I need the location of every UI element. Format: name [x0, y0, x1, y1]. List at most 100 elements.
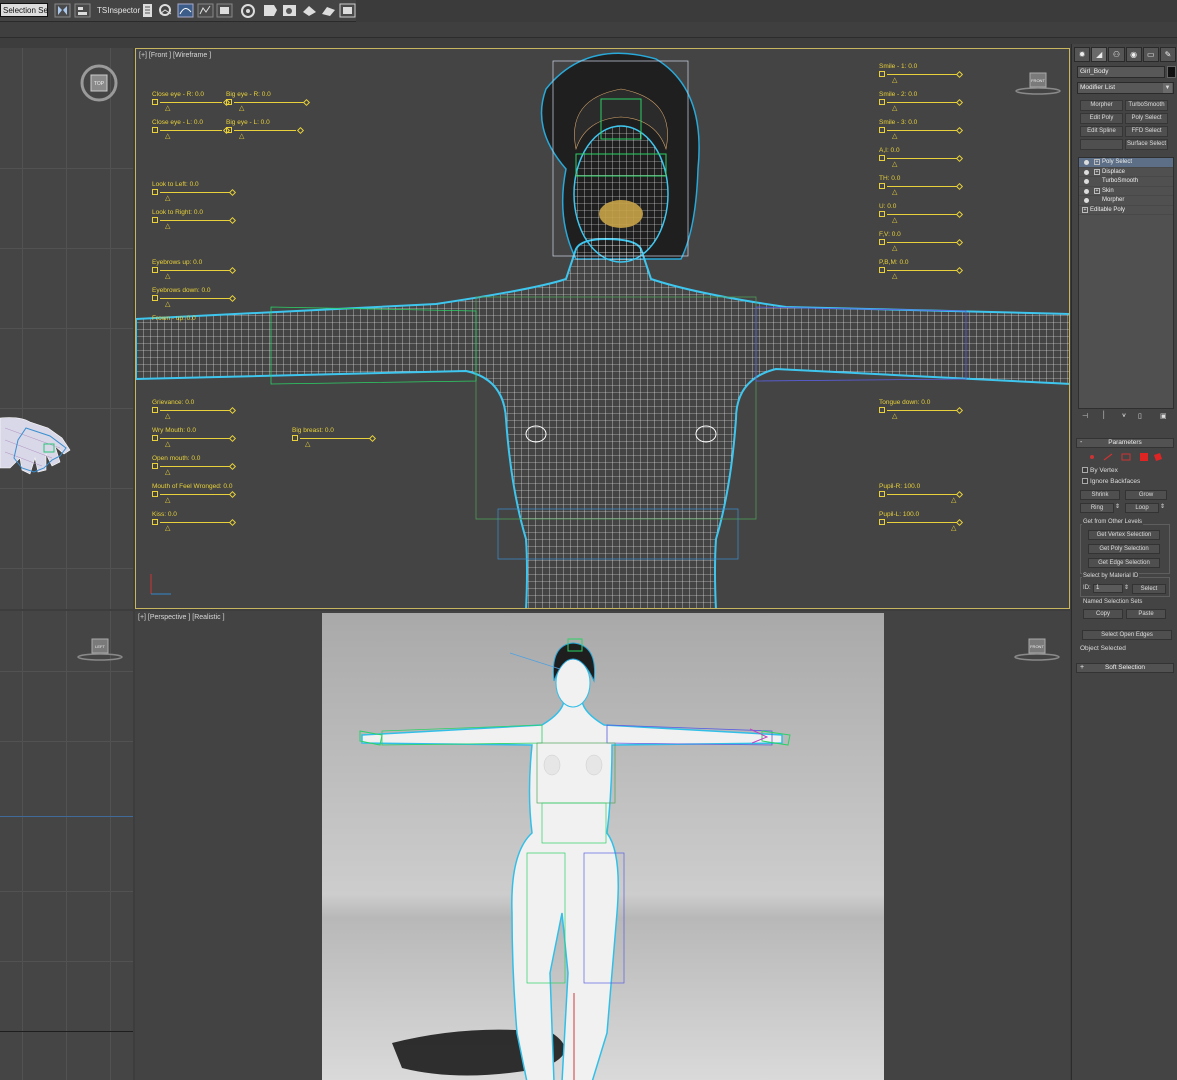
- slider-track[interactable]: [234, 130, 296, 131]
- slider-track[interactable]: [160, 192, 230, 193]
- ring-spinner-icon[interactable]: ⇕: [1115, 503, 1120, 510]
- morph-handle[interactable]: [879, 183, 885, 189]
- slider-track[interactable]: [887, 242, 957, 243]
- morph-handle[interactable]: [879, 267, 885, 273]
- morph-handle[interactable]: [152, 519, 158, 525]
- morph-look-left[interactable]: Look to Left: 0.0 △: [152, 181, 237, 205]
- morph-handle[interactable]: [152, 463, 158, 469]
- morph-open-mouth[interactable]: Open mouth: 0.0 △: [152, 455, 237, 479]
- copy-button[interactable]: Copy: [1083, 609, 1123, 619]
- parameters-rollout-header[interactable]: - Parameters: [1076, 438, 1174, 448]
- viewport-perspective-label[interactable]: [+] [Perspective ] [Realistic ]: [138, 614, 225, 621]
- morph-handle[interactable]: [152, 189, 158, 195]
- configure-sets-icon[interactable]: ▣: [1160, 412, 1170, 420]
- surface-select-button[interactable]: Surface Select: [1125, 139, 1168, 150]
- mirror-icon[interactable]: [54, 2, 71, 19]
- create-tab-icon[interactable]: ✹: [1074, 47, 1091, 62]
- ring-button[interactable]: Ring: [1080, 503, 1114, 513]
- morph-handle[interactable]: [152, 99, 158, 105]
- render-frame-icon[interactable]: [262, 2, 279, 19]
- viewport-left[interactable]: LEFT: [0, 611, 133, 1080]
- slider-track[interactable]: [160, 494, 230, 495]
- viewcube-front-icon[interactable]: FRONT: [1014, 69, 1062, 99]
- display-tab-icon[interactable]: ▭: [1142, 47, 1159, 62]
- slider-track[interactable]: [887, 158, 957, 159]
- object-color-swatch[interactable]: [1167, 66, 1176, 78]
- slider-track[interactable]: [887, 410, 957, 411]
- morph-handle[interactable]: [879, 155, 885, 161]
- morph-handle[interactable]: [879, 519, 885, 525]
- morph-th[interactable]: TH: 0.0 △: [879, 175, 964, 199]
- material-editor-icon[interactable]: [216, 2, 233, 19]
- eye-icon[interactable]: [1084, 198, 1089, 203]
- layer-manager-icon[interactable]: [139, 2, 156, 19]
- get-edge-selection-button[interactable]: Get Edge Selection: [1088, 558, 1160, 568]
- slider-track[interactable]: [887, 74, 957, 75]
- morph-handle[interactable]: [879, 407, 885, 413]
- render-iterative-icon[interactable]: [301, 2, 318, 19]
- morph-handle[interactable]: [226, 99, 232, 105]
- morph-wry-mouth[interactable]: Wry Mouth: 0.0 △: [152, 427, 237, 451]
- morph-handle[interactable]: [152, 127, 158, 133]
- viewcube-perspective-icon[interactable]: FRONT: [1013, 635, 1061, 665]
- checkbox-icon[interactable]: [1082, 478, 1088, 485]
- morph-handle[interactable]: [879, 211, 885, 217]
- empty-modifier-button[interactable]: [1080, 139, 1123, 150]
- morpher-button[interactable]: Morpher: [1080, 100, 1123, 111]
- ffd-select-button[interactable]: FFD Select: [1125, 126, 1168, 137]
- morph-close-eye-l[interactable]: Close eye - L: 0.0 △: [152, 119, 231, 143]
- checkbox-icon[interactable]: [1082, 467, 1088, 474]
- stack-item-poly-select[interactable]: + Poly Select: [1079, 158, 1173, 168]
- modifier-list-dropdown[interactable]: Modifier List ▼: [1077, 82, 1174, 94]
- slider-track[interactable]: [160, 466, 230, 467]
- id-spinner-icon[interactable]: ⇕: [1124, 584, 1129, 591]
- scene-explorer-icon[interactable]: [157, 2, 174, 19]
- expand-icon[interactable]: +: [1094, 187, 1100, 194]
- morph-mouth-feel-wronged[interactable]: Mouth of Feel Wronged: 0.0 △: [152, 483, 237, 507]
- morph-handle[interactable]: [226, 127, 232, 133]
- make-unique-icon[interactable]: ⩛: [1122, 412, 1132, 420]
- slider-track[interactable]: [887, 494, 957, 495]
- select-open-edges-button[interactable]: Select Open Edges: [1082, 630, 1172, 640]
- morph-pbm[interactable]: P,B,M: 0.0 △: [879, 259, 964, 283]
- get-poly-selection-button[interactable]: Get Poly Selection: [1088, 544, 1160, 554]
- morph-handle[interactable]: [879, 71, 885, 77]
- loop-button[interactable]: Loop: [1125, 503, 1159, 513]
- expand-icon[interactable]: +: [1082, 206, 1088, 213]
- morph-big-eye-l[interactable]: Big eye - L: 0.0 △: [226, 119, 306, 143]
- selection-set-dropdown[interactable]: Selection Se: [0, 3, 48, 17]
- morph-eyebrows-up[interactable]: Eyebrows up: 0.0 △: [152, 259, 237, 283]
- slider-track[interactable]: [160, 410, 230, 411]
- slider-track[interactable]: [887, 522, 957, 523]
- stack-item-displace[interactable]: + Displace: [1079, 168, 1173, 177]
- curve-editor-icon[interactable]: [177, 2, 194, 19]
- morph-ai[interactable]: A,I: 0.0 △: [879, 147, 964, 171]
- eye-icon[interactable]: [1084, 169, 1089, 175]
- morph-kiss[interactable]: Kiss: 0.0 △: [152, 511, 237, 535]
- slider-track[interactable]: [160, 438, 230, 439]
- ignore-backfaces-checkbox[interactable]: Ignore Backfaces: [1082, 478, 1140, 485]
- morph-u[interactable]: U: 0.0 △: [879, 203, 964, 227]
- viewcube-left-icon[interactable]: LEFT: [76, 635, 124, 665]
- morph-handle[interactable]: [152, 435, 158, 441]
- expand-icon[interactable]: +: [1094, 168, 1100, 175]
- ts-inspector-label[interactable]: TSInspector: [97, 6, 140, 15]
- slider-track[interactable]: [887, 130, 957, 131]
- morph-frown-up[interactable]: Frown - up: 0.0: [152, 315, 232, 339]
- morph-grievance[interactable]: Grievance: 0.0 △: [152, 399, 237, 423]
- loop-spinner-icon[interactable]: ⇕: [1160, 503, 1165, 510]
- morph-handle[interactable]: [152, 407, 158, 413]
- render-activeshade-icon[interactable]: [320, 2, 337, 19]
- grow-button[interactable]: Grow: [1125, 490, 1167, 500]
- morph-smile-1[interactable]: Smile - 1: 0.0 △: [879, 63, 964, 87]
- stack-item-editable-poly[interactable]: + Editable Poly: [1079, 206, 1173, 215]
- viewport-perspective[interactable]: [+] [Perspective ] [Realistic ] FRONT: [135, 611, 1070, 1080]
- slider-track[interactable]: [160, 130, 222, 131]
- get-vertex-selection-button[interactable]: Get Vertex Selection: [1088, 530, 1160, 540]
- morph-pupil-l[interactable]: Pupil-L: 100.0 △: [879, 511, 964, 535]
- by-vertex-checkbox[interactable]: By Vertex: [1082, 467, 1118, 474]
- select-button[interactable]: Select: [1132, 584, 1166, 594]
- slider-track[interactable]: [234, 102, 304, 103]
- schematic-view-icon[interactable]: [197, 2, 214, 19]
- remove-modifier-icon[interactable]: ▯: [1138, 412, 1148, 420]
